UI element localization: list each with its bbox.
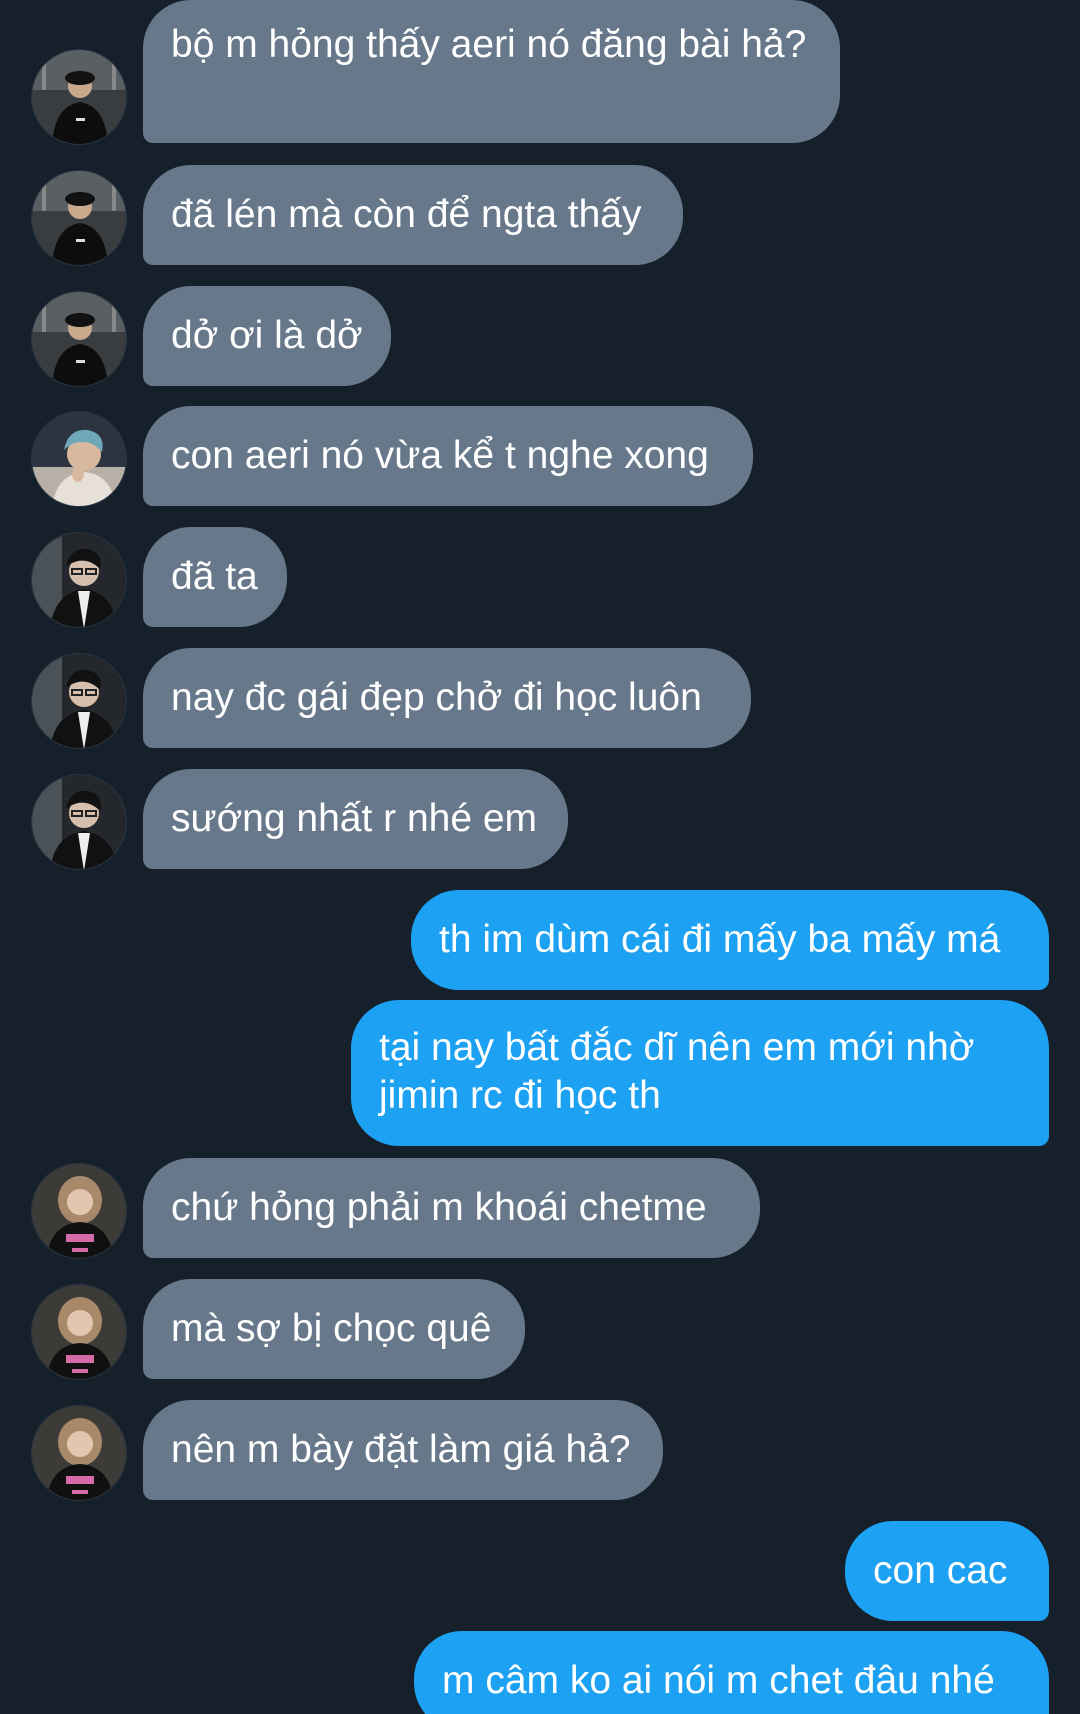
message-bubble-incoming[interactable]: nay đc gái đẹp chở đi học luôn	[143, 648, 751, 748]
message-bubble-outgoing[interactable]: tại nay bất đắc dĩ nên em mới nhờ jimin …	[351, 1000, 1049, 1146]
message-bubble-incoming[interactable]: sướng nhất r nhé em	[143, 769, 568, 869]
chat-thread[interactable]: bộ m hỏng thấy aeri nó đăng bài hả? đã l…	[0, 0, 1080, 1714]
message-bubble-incoming[interactable]: con aeri nó vừa kể t nghe xong	[143, 406, 753, 506]
message-bubble-outgoing[interactable]: con cac	[845, 1521, 1049, 1621]
avatar-glasses-guy-icon	[32, 775, 126, 869]
message-bubble-incoming[interactable]: bộ m hỏng thấy aeri nó đăng bài hả?	[143, 0, 840, 143]
avatar[interactable]	[31, 1405, 127, 1501]
message-bubble-incoming[interactable]: đã ta	[143, 527, 287, 627]
avatar[interactable]	[31, 170, 127, 266]
avatar-cap-guy-icon	[32, 171, 126, 265]
avatar[interactable]	[31, 291, 127, 387]
message-bubble-incoming[interactable]: dở ơi là dở	[143, 286, 391, 386]
avatar-blue-hair-guy-icon	[32, 412, 126, 506]
avatar[interactable]	[31, 653, 127, 749]
avatar[interactable]	[31, 1284, 127, 1380]
message-bubble-incoming[interactable]: mà sợ bị chọc quê	[143, 1279, 525, 1379]
avatar[interactable]	[31, 774, 127, 870]
message-bubble-incoming[interactable]: chứ hỏng phải m khoái chetme	[143, 1158, 760, 1258]
message-bubble-outgoing[interactable]: m câm ko ai nói m chet đâu nhé	[414, 1631, 1049, 1714]
avatar[interactable]	[31, 49, 127, 145]
avatar-girl-icon	[32, 1285, 126, 1379]
avatar-girl-icon	[32, 1164, 126, 1258]
avatar[interactable]	[31, 532, 127, 628]
avatar[interactable]	[31, 411, 127, 507]
avatar-cap-guy-icon	[32, 292, 126, 386]
avatar-glasses-guy-icon	[32, 533, 126, 627]
avatar[interactable]	[31, 1163, 127, 1259]
avatar-glasses-guy-icon	[32, 654, 126, 748]
avatar-girl-icon	[32, 1406, 126, 1500]
message-bubble-outgoing[interactable]: th im dùm cái đi mấy ba mấy má	[411, 890, 1049, 990]
message-bubble-incoming[interactable]: đã lén mà còn để ngta thấy	[143, 165, 683, 265]
avatar-cap-guy-icon	[32, 50, 126, 144]
message-bubble-incoming[interactable]: nên m bày đặt làm giá hả?	[143, 1400, 663, 1500]
